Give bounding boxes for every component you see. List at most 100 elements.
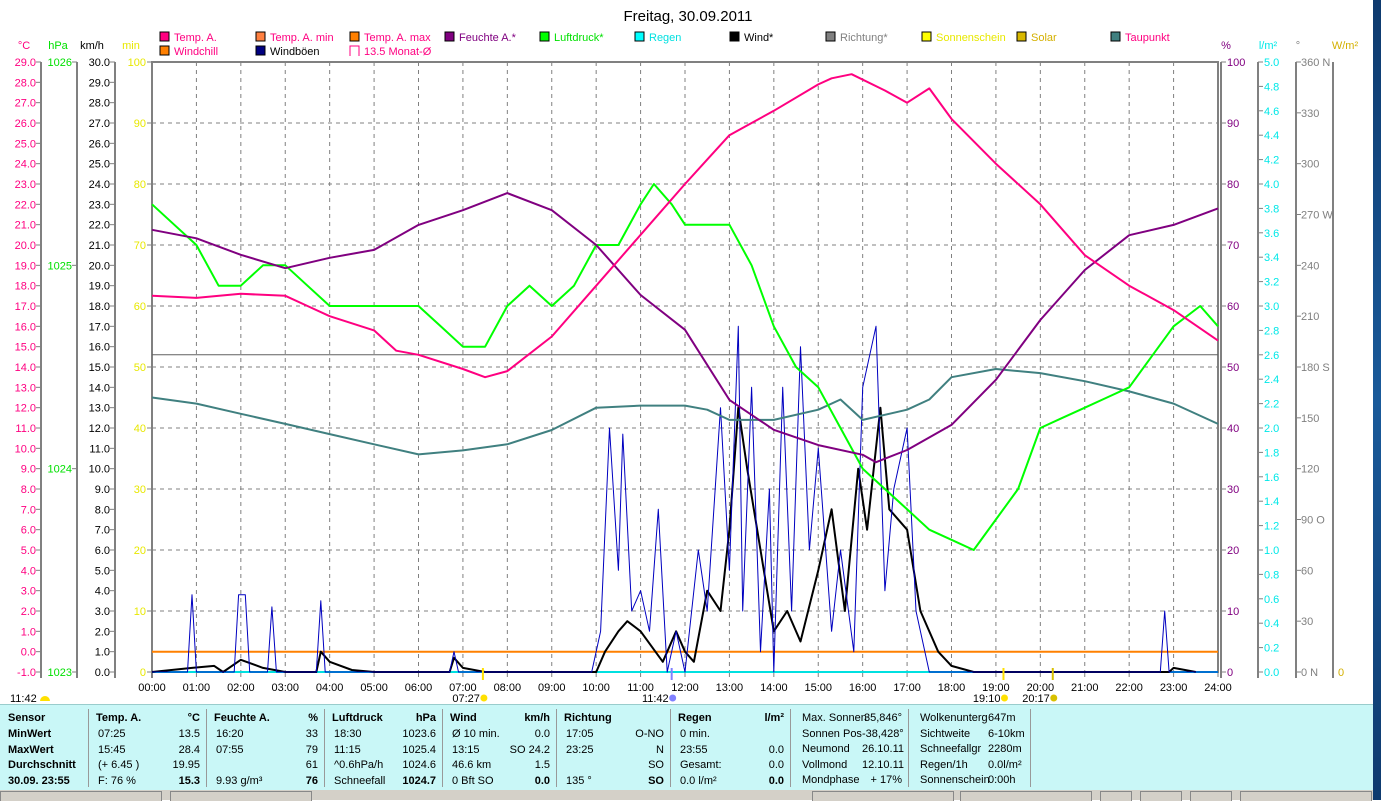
direction-axis-unit: ° — [1296, 40, 1300, 52]
axis-tick-label: 19.0 — [15, 260, 36, 272]
table-cell: Neumond — [802, 743, 850, 755]
legend-item: Regen — [634, 31, 681, 44]
axis-tick-label: 2.2 — [1264, 399, 1279, 411]
table-cell — [8, 743, 82, 758]
grid — [151, 61, 1219, 673]
status-bar — [0, 790, 1373, 801]
axis-tick-label: 22.0 — [15, 199, 36, 211]
axis-tick-label: 0.2 — [1264, 643, 1279, 655]
legend-swatch — [1016, 31, 1027, 42]
x-tick-label: 06:00 — [405, 682, 433, 694]
axis-tick-label: 27.0 — [15, 98, 36, 110]
axis-tick-label: 50 — [1227, 362, 1239, 374]
axis-tick-label: 8.0 — [95, 504, 110, 516]
table-cell: °C — [187, 712, 200, 724]
legend-label: Windchill — [174, 46, 218, 58]
axis-tick-label: 360 N — [1301, 57, 1330, 69]
axis-tick-label: 0.0 — [21, 647, 36, 659]
time-marker-label: 07:27 — [452, 693, 480, 704]
axis-tick-label: 2.0 — [1264, 423, 1279, 435]
table-column: Sensor MinWert MaxWert Durchschnitt 30.09. 2… — [0, 709, 89, 787]
table-cell: Sonnen Pos — [802, 727, 862, 740]
table-cell: 0.0 — [768, 759, 784, 771]
x-tick-label: 08:00 — [494, 682, 522, 694]
x-tick-label: 12:00 — [671, 682, 699, 694]
axis-tick-label: 120 — [1301, 464, 1319, 476]
axis-tick-label: 13.0 — [15, 382, 36, 394]
legend-label: 13.5 Monat-Ø — [364, 46, 432, 58]
table-cell: Sonnenschein — [920, 774, 990, 786]
table-cell: hPa — [415, 712, 436, 724]
axis-tick-label: 25.0 — [15, 138, 36, 150]
table-cell: 6-10km — [988, 727, 1025, 740]
x-tick-label: 18:00 — [938, 682, 966, 694]
info-column: Max. Sonnen 35,846° Sonnen Pos -38,428° Neum… — [790, 709, 909, 787]
legend-swatch — [255, 31, 266, 42]
axis-tick-label: 5.0 — [21, 545, 36, 557]
x-tick-label: 01:00 — [183, 682, 211, 694]
x-tick-label: 03:00 — [271, 682, 299, 694]
legend-swatch — [159, 45, 170, 56]
legend-item: Temp. A. min — [255, 31, 334, 44]
x-tick-label: 24:00 — [1204, 682, 1232, 694]
axis-tick-label: 0 — [1227, 667, 1233, 679]
axis-tick-label: 70 — [1227, 240, 1239, 252]
time-marker-label: 20:17 — [1022, 693, 1050, 704]
x-tick-label: 10:00 — [582, 682, 610, 694]
axis-tick-label: 20 — [1227, 545, 1239, 557]
x-tick-label: 09:00 — [538, 682, 566, 694]
axis-tick-label: 16.0 — [89, 342, 110, 354]
x-tick-label: 02:00 — [227, 682, 255, 694]
legend-label: Taupunkt — [1125, 32, 1170, 44]
legend-item: Windchill — [159, 45, 218, 58]
table-cell: SO — [648, 759, 664, 771]
axis-tick-label: 22.0 — [89, 220, 110, 232]
table-cell: Sichtweite — [920, 727, 971, 740]
axis-tick-label: 29.0 — [15, 57, 36, 69]
x-tick-label: 04:00 — [316, 682, 344, 694]
minutes-axis-unit: min — [122, 40, 140, 52]
table-cell: SO — [648, 774, 664, 787]
table-column: Luftdruck hPa 18:30 1023.6 11:15 1025.4 ^0.6hP… — [324, 709, 443, 787]
axis-tick-label: 2.4 — [1264, 374, 1279, 386]
axis-tick-label: 2.6 — [1264, 350, 1279, 362]
axis-tick-label: 3.0 — [95, 606, 110, 618]
axis-tick-label: 1.2 — [1264, 521, 1279, 533]
table-cell: l/m² — [764, 712, 784, 724]
axis-tick-label: 1026 — [48, 57, 72, 69]
sunrise-icon — [480, 694, 488, 702]
axis-tick-label: 1025 — [48, 260, 72, 272]
axis-tick-label: 26.0 — [89, 138, 110, 150]
table-cell: + 17% — [870, 774, 903, 786]
table-cell: Mondphase — [802, 774, 860, 786]
axis-tick-label: 90 — [1227, 118, 1239, 130]
axis-tick-label: 24.0 — [15, 159, 36, 171]
legend-swatch — [825, 31, 836, 42]
legend-item: Luftdruck* — [539, 31, 604, 44]
axis-tick-label: 330 — [1301, 108, 1319, 120]
x-tick-label: 17:00 — [893, 682, 921, 694]
x-tick-label: 16:00 — [849, 682, 877, 694]
legend-label: Windböen — [270, 46, 320, 58]
axis-tick-label: 19.0 — [89, 281, 110, 293]
legend-swatch — [255, 45, 266, 56]
table-cell: 0.0 — [768, 774, 784, 787]
table-column: Regen l/m² 0 min. 23:55 0.0 Gesamt: 0.0 0.0 l/m… — [670, 709, 791, 787]
axis-tick-label: -1.0 — [17, 667, 36, 679]
axis-tick-label: 4.0 — [21, 565, 36, 577]
axis-tick-label: 20.0 — [89, 260, 110, 272]
legend-item: 13.5 Monat-Ø — [349, 45, 432, 58]
temp-axis-unit: °C — [18, 40, 30, 52]
axis-tick-label: 4.4 — [1264, 130, 1279, 142]
table-cell: 33 — [305, 728, 318, 740]
axis-tick-label: 12.0 — [15, 403, 36, 415]
x-tick-label: 22:00 — [1115, 682, 1143, 694]
axis-tick-label: 10.0 — [89, 464, 110, 476]
noon-icon — [669, 694, 677, 702]
axis-tick-label: 27.0 — [89, 118, 110, 130]
axis-tick-label: 21.0 — [89, 240, 110, 252]
axis-tick-label: 4.6 — [1264, 106, 1279, 118]
table-cell: 79 — [305, 743, 318, 756]
axis-tick-label: 40 — [134, 423, 146, 435]
legend-swatch — [634, 31, 645, 42]
